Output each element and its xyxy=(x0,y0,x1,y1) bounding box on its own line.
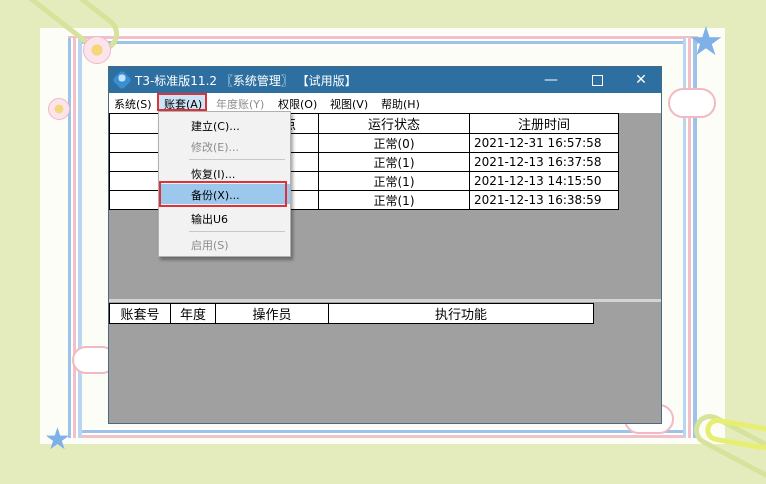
status-cell: 正常(0) xyxy=(318,133,470,153)
time-cell: 2021-12-13 16:37:58 xyxy=(469,152,619,172)
menu-account[interactable]: 账套(A) xyxy=(164,96,202,112)
operation-log-grid: 账套号 年度 操作员 执行功能 xyxy=(109,303,594,324)
column-header-function: 执行功能 xyxy=(328,303,594,324)
flower-icon xyxy=(83,36,111,64)
operation-log-table: 账套号 年度 操作员 执行功能 xyxy=(109,303,594,324)
column-header-year: 年度 xyxy=(170,303,216,324)
decor-stripe-top xyxy=(68,34,698,44)
account-dropdown-menu: 建立(C)... 修改(E)... 恢复(I)... 备份(X)... 输出U6… xyxy=(158,111,291,257)
pane-splitter[interactable] xyxy=(109,299,661,302)
column-header-operator: 操作员 xyxy=(215,303,329,324)
menu-view[interactable]: 视图(V) xyxy=(330,96,368,112)
menu-permissions[interactable]: 权限(O) xyxy=(278,96,317,112)
menu-separator xyxy=(189,231,285,232)
menu-item-enable[interactable]: 启用(S) xyxy=(159,234,290,254)
menu-item-restore[interactable]: 恢复(I)... xyxy=(159,163,290,183)
decor-stripe-bottom xyxy=(68,428,698,438)
close-button[interactable]: ✕ xyxy=(619,67,663,93)
maximize-button[interactable] xyxy=(575,67,619,93)
status-cell: 正常(1) xyxy=(318,190,470,210)
backup-highlight-frame xyxy=(159,181,287,207)
status-cell: 正常(1) xyxy=(318,152,470,172)
star-icon: ★ xyxy=(44,422,71,457)
cloud-sticker xyxy=(668,88,716,118)
menu-separator xyxy=(189,159,285,160)
menu-item-export-u6[interactable]: 输出U6 xyxy=(159,208,290,228)
maximize-icon xyxy=(591,74,603,86)
menu-fiscal-year[interactable]: 年度账(Y) xyxy=(216,96,264,112)
status-cell: 正常(1) xyxy=(318,171,470,191)
menu-bar: 系统(S) 账套(A) 年度账(Y) 权限(O) 视图(V) 帮助(H) xyxy=(109,93,661,113)
column-header-status: 运行状态 xyxy=(318,113,470,134)
time-cell: 2021-12-13 14:15:50 xyxy=(469,171,619,191)
title-bar[interactable]: T3-标准版11.2 〖系统管理〗 【试用版】 — ✕ xyxy=(109,67,661,93)
star-icon: ★ xyxy=(688,19,724,65)
minimize-button[interactable]: — xyxy=(529,67,573,93)
menu-help[interactable]: 帮助(H) xyxy=(381,96,420,112)
app-logo-icon xyxy=(112,70,132,90)
table-header-row: 账套号 年度 操作员 执行功能 xyxy=(109,303,594,324)
time-cell: 2021-12-31 16:57:58 xyxy=(469,133,619,153)
window-title: T3-标准版11.2 〖系统管理〗 【试用版】 xyxy=(135,74,357,88)
menu-item-create[interactable]: 建立(C)... xyxy=(159,115,290,135)
menu-system[interactable]: 系统(S) xyxy=(114,96,152,112)
column-header-account-no: 账套号 xyxy=(109,303,171,324)
menu-item-modify[interactable]: 修改(E)... xyxy=(159,136,290,156)
decor-stripe-left xyxy=(68,38,82,438)
time-cell: 2021-12-13 16:38:59 xyxy=(469,190,619,210)
flower-icon xyxy=(48,98,70,120)
column-header-time: 注册时间 xyxy=(469,113,619,134)
